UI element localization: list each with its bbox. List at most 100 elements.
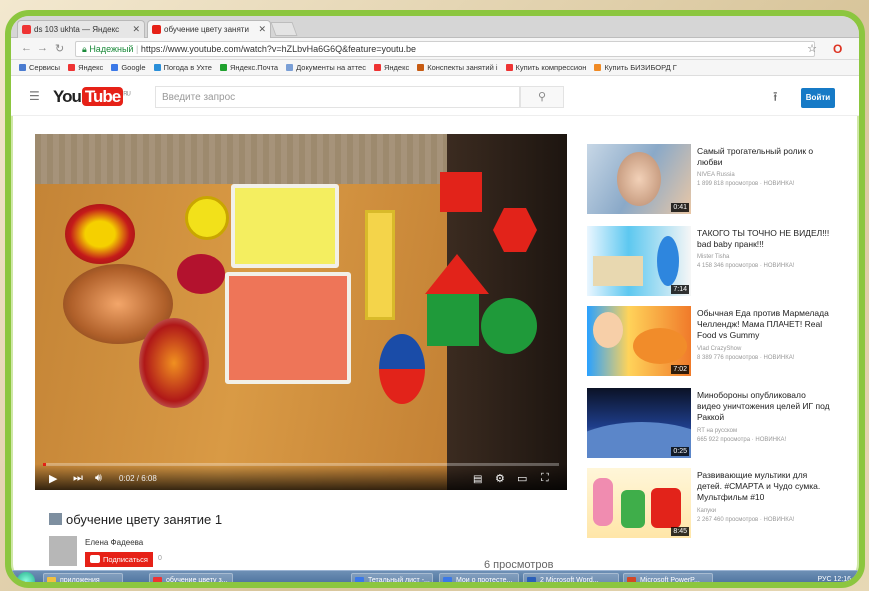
taskbar-item[interactable]: Microsoft PowerP...	[623, 573, 713, 582]
back-arrow-icon[interactable]: ←	[21, 42, 32, 54]
thumb-gummy	[633, 328, 687, 364]
thumb-boy	[593, 312, 623, 348]
channel-name[interactable]: Елена Фадеева	[85, 538, 143, 547]
bookmark-item[interactable]: Яндекс.Почта	[219, 63, 278, 72]
logo-tube: Tube	[81, 87, 124, 106]
bookmark-item[interactable]: Документы на аттес	[286, 63, 366, 72]
search-input[interactable]: Введите запрос	[155, 86, 520, 108]
forward-arrow-icon[interactable]: →	[37, 42, 48, 54]
suggestion-item[interactable]: 7:14 ТАКОГО ТЫ ТОЧНО НЕ ВИДЕЛ!!! bad bab…	[587, 226, 857, 298]
bookmark-item[interactable]: Погода в Ухте	[153, 63, 212, 72]
close-tab-icon[interactable]: ✕	[132, 24, 140, 35]
upload-icon[interactable]: ⭱	[773, 88, 778, 110]
address-bar[interactable]: 🔒︎ Надежный | https://www.youtube.com/wa…	[75, 41, 815, 57]
secure-label: Надежный	[89, 44, 134, 54]
taskbar-item[interactable]: приложения	[43, 573, 123, 582]
next-icon[interactable]: ⏭	[73, 472, 83, 485]
video-pyramid	[379, 334, 425, 404]
browser-toolbar: ← → ↻ 🔒︎ Надежный | https://www.youtube.…	[11, 38, 859, 60]
bookmark-item[interactable]: Google	[111, 63, 146, 72]
bookmarks-bar: Сервисы Яндекс Google Погода в Ухте Яндекс.П…	[11, 60, 859, 76]
channel-avatar[interactable]	[49, 536, 77, 566]
suggestion-thumbnail[interactable]: 0:25	[587, 388, 691, 458]
suggestion-item[interactable]: 8:45 Развивающие мультики для детей. #СМ…	[587, 468, 857, 540]
volume-icon[interactable]: 🔊︎	[95, 472, 102, 485]
suggestion-meta: 8 389 776 просмотров · НОВИНКА!	[697, 355, 795, 361]
video-toy-red-disc	[177, 254, 225, 294]
bookmark-label: Яндекс	[78, 63, 104, 72]
reload-icon[interactable]: ↻	[55, 42, 64, 55]
suggestion-title[interactable]: Самый трогательный ролик о любви	[697, 146, 831, 168]
bookmark-label: Документы на аттес	[296, 63, 366, 72]
playlist-icon	[49, 513, 62, 525]
hamburger-menu-icon[interactable]: ☰	[29, 89, 40, 103]
app-icon	[627, 577, 636, 582]
duration-badge: 7:02	[671, 365, 689, 374]
video-shape-sorter	[365, 210, 395, 320]
suggestion-thumbnail[interactable]: 7:02	[587, 306, 691, 376]
suggestion-title[interactable]: ТАКОГО ТЫ ТОЧНО НЕ ВИДЕЛ!!! bad baby пра…	[697, 228, 831, 250]
bookmark-item[interactable]: Купить компрессион	[505, 63, 586, 72]
suggestion-thumbnail[interactable]: 7:14	[587, 226, 691, 296]
bookmark-label: Купить БИЗИБОРД Г	[604, 63, 677, 72]
app-icon	[47, 577, 56, 582]
app-icon	[527, 577, 536, 582]
player-time: 0:02 / 6:08	[119, 474, 157, 483]
youtube-logo[interactable]: You Tube RU	[53, 87, 131, 107]
video-toy-jar	[139, 318, 209, 408]
tab-label: ds 103 ukhta — Яндекс	[34, 25, 120, 34]
suggestion-thumbnail[interactable]: 0:41	[587, 144, 691, 214]
bookmark-item[interactable]: Конспекты занятий і	[417, 63, 498, 72]
suggestion-title[interactable]: Минобороны опубликовало видео уничтожени…	[697, 390, 831, 423]
taskbar-item[interactable]: Мои о протесте...	[439, 573, 519, 582]
bookmark-favicon-icon	[219, 64, 227, 71]
theater-mode-icon[interactable]: ▭	[517, 472, 527, 485]
bookmark-item[interactable]: Купить БИЗИБОРД Г	[594, 63, 677, 72]
suggestion-title[interactable]: Развивающие мультики для детей. #СМАРТА …	[697, 470, 831, 503]
new-tab-button[interactable]	[270, 22, 298, 36]
tab-yandex[interactable]: ds 103 ukhta — Яндекс ✕	[17, 20, 145, 38]
system-tray: РУС 12:16	[817, 576, 851, 582]
taskbar-item[interactable]: обучение цвету з...	[149, 573, 233, 582]
bookmark-star-icon[interactable]: ☆	[807, 42, 817, 55]
search-button[interactable]: ⚲	[520, 86, 564, 108]
tab-bar: ds 103 ukhta — Яндекс ✕ обучение цвету з…	[11, 16, 859, 38]
play-icon[interactable]: ▶	[49, 472, 57, 485]
suggestion-thumbnail[interactable]: 8:45	[587, 468, 691, 538]
bookmark-item[interactable]: Сервисы	[19, 63, 60, 72]
taskbar-item-label: 2 Microsoft Word...	[540, 577, 599, 584]
suggestion-item[interactable]: 7:02 Обычная Еда против Мармелада Челлен…	[587, 306, 857, 378]
video-player[interactable]: ▶ ⏭ 🔊︎ 0:02 / 6:08 ▤ ⚙ ▭ ⛶	[35, 134, 567, 490]
bookmark-favicon-icon	[286, 64, 294, 71]
start-button[interactable]	[17, 572, 35, 582]
signin-button[interactable]: Войти	[801, 88, 835, 108]
bookmark-favicon-icon	[505, 64, 513, 71]
taskbar-item[interactable]: Тетальный лист -...	[351, 573, 433, 582]
url-text: https://www.youtube.com/watch?v=hZLbvHa6…	[140, 44, 416, 54]
thumb-baby	[617, 152, 661, 206]
taskbar-item[interactable]: 2 Microsoft Word...	[523, 573, 619, 584]
windows-taskbar: РУС 12:16 приложения обучение цвету з... Т…	[11, 570, 859, 584]
subscribe-button[interactable]: Подписаться	[85, 552, 153, 567]
close-tab-icon[interactable]: ✕	[258, 24, 266, 35]
bookmark-item[interactable]: Яндекс	[68, 63, 103, 72]
bookmark-item[interactable]: Яндекс	[373, 63, 409, 72]
youtube-favicon-icon	[152, 25, 161, 34]
video-toy-yellow-disc	[185, 196, 229, 240]
bookmark-favicon-icon	[111, 64, 119, 71]
opera-extension-icon[interactable]: O	[833, 42, 847, 56]
language-indicator[interactable]: РУС	[817, 576, 831, 582]
settings-gear-icon[interactable]: ⚙	[495, 472, 505, 485]
suggestion-item[interactable]: 0:41 Самый трогательный ролик о любви NI…	[587, 144, 857, 216]
tab-youtube[interactable]: обучение цвету заняти ✕	[147, 20, 271, 38]
thumb-character-2	[621, 490, 645, 528]
suggestion-item[interactable]: 0:25 Минобороны опубликовало видео уничт…	[587, 388, 857, 460]
subtitles-icon[interactable]: ▤	[473, 474, 482, 485]
video-toy-bowl	[65, 204, 135, 264]
fullscreen-icon[interactable]: ⛶	[541, 472, 549, 485]
lock-icon: 🔒︎	[82, 44, 87, 54]
clock[interactable]: 12:16	[833, 576, 851, 582]
video-title-text: обучение цвету занятие 1	[66, 512, 223, 527]
suggestion-title[interactable]: Обычная Еда против Мармелада Челлендж! М…	[697, 308, 831, 341]
tab-label: обучение цвету заняти	[164, 25, 249, 34]
